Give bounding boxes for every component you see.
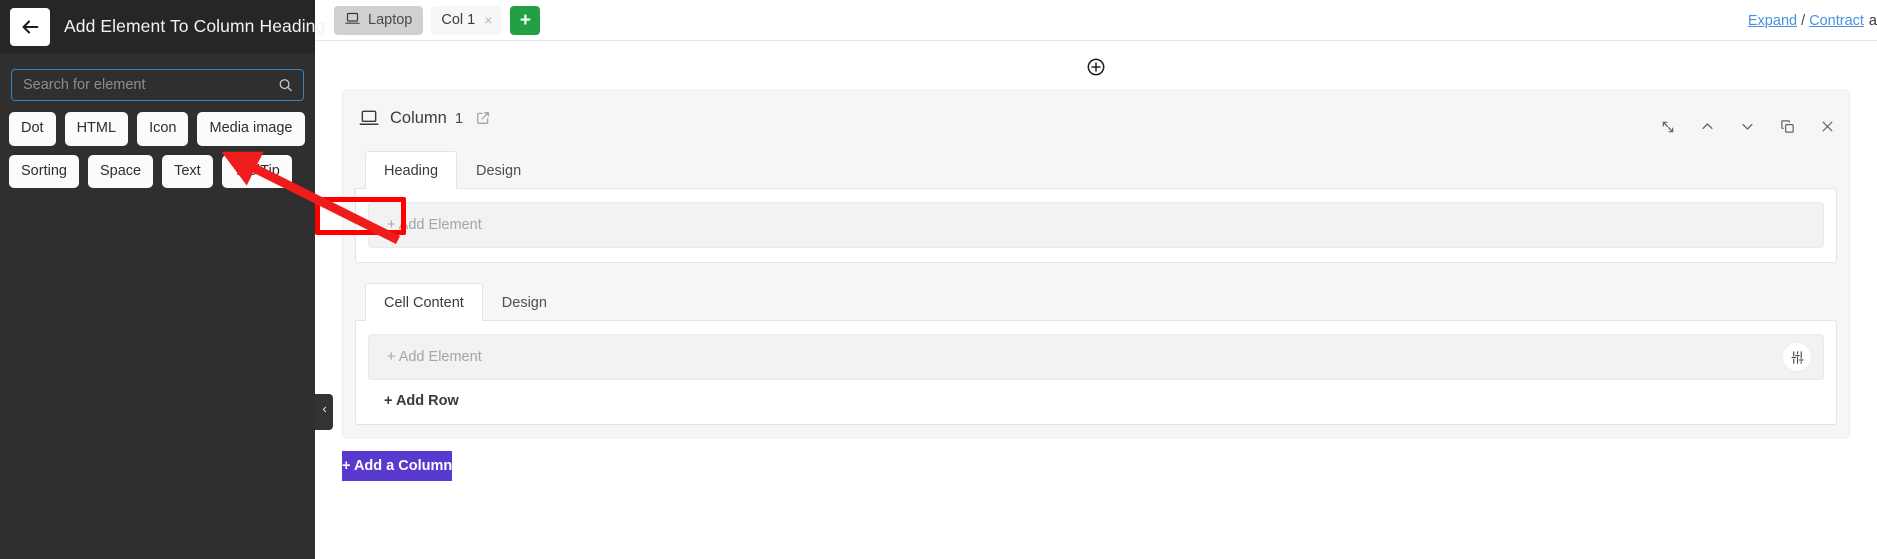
element-chip-html[interactable]: HTML: [64, 112, 129, 146]
element-chip-space[interactable]: Space: [87, 154, 154, 188]
element-chip-sorting[interactable]: Sorting: [9, 154, 79, 188]
collapse-icon[interactable]: [1661, 120, 1675, 134]
add-section-row: [315, 41, 1877, 77]
close-icon[interactable]: [1820, 119, 1835, 134]
tab-cell-content[interactable]: Cell Content: [365, 283, 483, 321]
builder-topbar: Laptop Col 1 × + Expand / Contract a: [315, 0, 1877, 41]
arrow-left-icon: [19, 16, 41, 38]
sliders-icon[interactable]: [1782, 342, 1812, 372]
sidebar-collapse-handle[interactable]: [315, 394, 333, 430]
cell-content-panel-tabs: Cell Content Design: [355, 282, 1837, 321]
tab-heading-design[interactable]: Design: [457, 151, 540, 189]
cell-add-element-label: + Add Element: [387, 349, 482, 365]
sidebar-header: Add Element To Column Heading: [0, 0, 325, 53]
device-tab-laptop[interactable]: Laptop: [334, 5, 424, 35]
heading-add-element-label: + Add Element: [387, 217, 482, 233]
column-tab-label: Col 1: [441, 12, 476, 28]
heading-panel-tabs: Heading Design: [355, 150, 1837, 189]
close-icon[interactable]: ×: [484, 13, 492, 27]
edit-square-icon[interactable]: [476, 111, 490, 125]
laptop-icon: [359, 108, 379, 128]
element-picker-sidebar: Add Element To Column Heading Dot HTML I…: [0, 0, 325, 559]
expand-contract-controls: Expand / Contract a: [1748, 0, 1877, 41]
expand-link[interactable]: Expand: [1748, 13, 1797, 29]
builder-canvas: Column 1 Heading Design + Add Element Ce…: [315, 41, 1877, 559]
search-input[interactable]: [11, 69, 304, 101]
cell-content-panel-body: + Add Element + Add Row: [355, 320, 1837, 425]
element-chip-list: Dot HTML Icon Media image Sorting Space …: [9, 112, 306, 188]
chevron-up-icon[interactable]: [1700, 119, 1715, 134]
add-a-column-button[interactable]: + Add a Column: [342, 451, 453, 481]
element-chip-tooltip[interactable]: ToolTip: [221, 154, 292, 188]
chevron-down-icon[interactable]: [1740, 119, 1755, 134]
chevron-left-icon: [320, 403, 329, 421]
expand-contract-separator: /: [1801, 12, 1806, 29]
laptop-icon: [345, 11, 360, 30]
back-button[interactable]: [10, 7, 50, 46]
circle-plus-icon[interactable]: [1086, 57, 1106, 77]
device-tab-label: Laptop: [368, 12, 413, 28]
column-card: Column 1 Heading Design + Add Element Ce…: [342, 90, 1850, 438]
cell-content-panel: Cell Content Design + Add Element + Add …: [355, 282, 1837, 425]
heading-add-element-button[interactable]: + Add Element: [368, 202, 1824, 248]
contract-link[interactable]: Contract: [1809, 13, 1864, 29]
element-chip-icon[interactable]: Icon: [137, 112, 189, 146]
cell-add-element-button[interactable]: + Add Element: [368, 334, 1824, 380]
app-root: Add Element To Column Heading Dot HTML I…: [0, 0, 1877, 559]
column-number: 1: [454, 109, 464, 127]
tab-heading[interactable]: Heading: [365, 151, 458, 189]
search-field-wrapper: [11, 69, 304, 101]
add-row-button[interactable]: + Add Row: [368, 393, 459, 409]
column-tab-col-1[interactable]: Col 1 ×: [431, 5, 503, 35]
column-title: Column: [390, 108, 447, 127]
element-chip-dot[interactable]: Dot: [9, 112, 56, 146]
column-card-header: Column 1: [355, 105, 1837, 131]
heading-panel: Heading Design + Add Element: [355, 150, 1837, 263]
element-chip-media-image[interactable]: Media image: [197, 112, 305, 146]
duplicate-icon[interactable]: [1780, 119, 1795, 134]
element-chip-text[interactable]: Text: [162, 154, 213, 188]
column-card-actions: [1661, 119, 1835, 134]
builder-main: Laptop Col 1 × + Expand / Contract a Col…: [315, 0, 1877, 559]
add-column-tab-button[interactable]: +: [510, 5, 541, 35]
sidebar-title: Add Element To Column Heading: [64, 16, 326, 36]
tab-cell-design[interactable]: Design: [483, 283, 566, 321]
expand-contract-trailing-text: a: [1868, 12, 1877, 29]
heading-panel-body: + Add Element: [355, 188, 1837, 263]
